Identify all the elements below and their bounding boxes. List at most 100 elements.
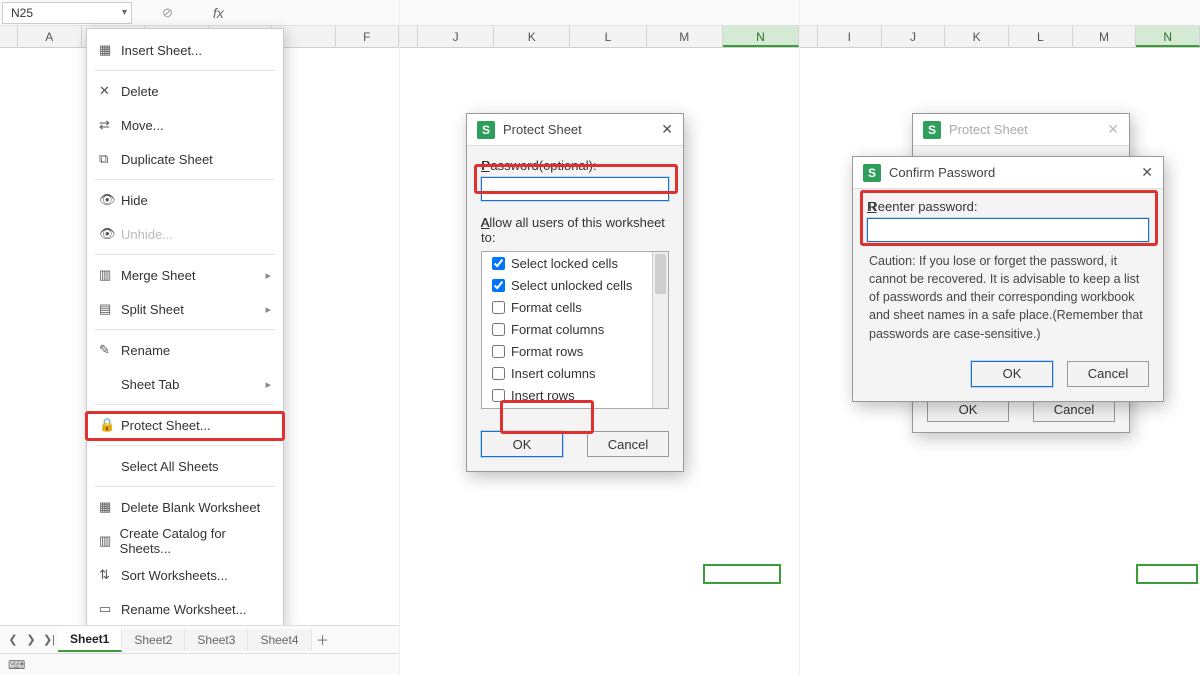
sheet-context-menu: ▦Insert Sheet... ✕Delete ⇄Move... ⧉Dupli… [86,28,284,631]
permission-label: Insert rows [511,388,575,403]
menu-hide[interactable]: 👁Hide [87,183,283,217]
menu-select-all-sheets[interactable]: Select All Sheets [87,449,283,483]
password-label: Password(optional): [482,158,597,173]
selected-cell[interactable] [1136,564,1198,584]
allow-label: Allow all users of this worksheet to: [481,215,665,245]
ok-button[interactable]: OK [971,361,1053,387]
permission-option[interactable]: Select locked cells [482,252,668,274]
col-header[interactable]: M [1073,26,1137,47]
col-header[interactable]: J [882,26,946,47]
permissions-listbox[interactable]: Select locked cells Select unlocked cells… [481,251,669,409]
reenter-label: Reenter password: [868,199,977,214]
select-all-corner[interactable] [400,26,418,47]
menu-rename-worksheet[interactable]: ▭Rename Worksheet... [87,592,283,626]
selected-cell[interactable] [703,564,781,584]
col-header[interactable]: A [18,26,82,47]
select-all-corner[interactable] [0,26,18,47]
chevron-right-icon: ▸ [265,269,271,282]
permission-label: Format columns [511,322,604,337]
cell-reference-box[interactable]: N25 ▾ [2,2,132,24]
col-header[interactable]: L [570,26,646,47]
permission-label: Select locked cells [511,256,618,271]
col-header-active[interactable]: N [1136,26,1200,47]
permission-checkbox[interactable] [492,279,505,292]
col-header[interactable]: L [1009,26,1073,47]
col-header[interactable]: K [494,26,570,47]
cancel-formula-icon[interactable]: ⊘ [162,5,173,21]
permission-checkbox[interactable] [492,257,505,270]
menu-delete-blank[interactable]: ▦Delete Blank Worksheet [87,490,283,524]
menu-unhide: 👁Unhide... [87,217,283,251]
tab-nav-last[interactable]: ❯| [40,633,58,646]
add-sheet-button[interactable]: ＋ [312,630,334,649]
menu-sort-worksheets[interactable]: ⇅Sort Worksheets... [87,558,283,592]
tab-nav-next[interactable]: ❯ [22,633,40,646]
password-input[interactable] [481,177,669,201]
close-icon: ✕ [1107,121,1119,138]
catalog-icon: ▥ [99,533,120,549]
rename-icon: ✎ [99,342,121,358]
permission-option[interactable]: Format rows [482,340,668,362]
permission-checkbox[interactable] [492,345,505,358]
delete-icon: ✕ [99,83,121,99]
menu-split-sheet[interactable]: ▤Split Sheet▸ [87,292,283,326]
permission-option[interactable]: Format columns [482,318,668,340]
caution-text: Caution: If you lose or forget the passw… [867,248,1149,351]
menu-sheet-tab[interactable]: Sheet Tab▸ [87,367,283,401]
ok-button[interactable]: OK [481,431,563,457]
unhide-icon: 👁 [99,226,121,242]
menu-protect-sheet[interactable]: 🔒Protect Sheet... [87,408,283,442]
cell-reference-value: N25 [11,6,33,20]
dialog-title: Protect Sheet [949,122,1028,137]
permission-checkbox[interactable] [492,389,505,402]
col-header[interactable]: F [336,26,400,47]
permission-option[interactable]: Format cells [482,296,668,318]
permission-label: Format rows [511,344,583,359]
cancel-button[interactable]: Cancel [587,431,669,457]
menu-move[interactable]: ⇄Move... [87,108,283,142]
menu-catalog[interactable]: ▥Create Catalog for Sheets... [87,524,283,558]
col-header[interactable]: I [818,26,882,47]
reenter-password-input[interactable] [867,218,1149,242]
select-all-corner[interactable] [800,26,818,47]
permission-option[interactable]: Insert rows [482,384,668,406]
col-header[interactable]: M [647,26,723,47]
menu-merge-sheet[interactable]: ▥Merge Sheet▸ [87,258,283,292]
chevron-right-icon: ▸ [265,303,271,316]
menu-delete[interactable]: ✕Delete [87,74,283,108]
close-icon[interactable]: ✕ [1141,164,1153,181]
lock-icon: 🔒 [99,417,121,433]
permission-label: Select unlocked cells [511,278,632,293]
tab-nav-first[interactable]: ❮ [4,633,22,646]
permission-checkbox[interactable] [492,367,505,380]
permission-option[interactable]: Insert columns [482,362,668,384]
dialog-title: Confirm Password [889,165,995,180]
scrollbar-thumb[interactable] [655,254,666,294]
sheet-tab-3[interactable]: Sheet3 [185,629,248,651]
sheet-tab-4[interactable]: Sheet4 [248,629,311,651]
col-header[interactable]: K [945,26,1009,47]
sheet-tab-bar: ❮ ❯ ❯| Sheet1 Sheet2 Sheet3 Sheet4 ＋ [0,625,399,653]
menu-insert-sheet[interactable]: ▦Insert Sheet... [87,33,283,67]
menu-duplicate[interactable]: ⧉Duplicate Sheet [87,142,283,176]
cancel-button[interactable]: Cancel [1067,361,1149,387]
sheet-tab-2[interactable]: Sheet2 [122,629,185,651]
permission-option[interactable]: Select unlocked cells [482,274,668,296]
rename-ws-icon: ▭ [99,601,121,617]
confirm-password-dialog: S Confirm Password ✕ RReenter password: … [852,156,1164,402]
duplicate-icon: ⧉ [99,151,121,167]
sort-icon: ⇅ [99,567,121,583]
permission-checkbox[interactable] [492,323,505,336]
scrollbar[interactable] [652,252,668,408]
insert-sheet-icon: ▦ [99,42,121,58]
move-icon: ⇄ [99,117,121,133]
sheet-tab-1[interactable]: Sheet1 [58,628,122,652]
col-header[interactable]: J [418,26,494,47]
menu-rename[interactable]: ✎Rename [87,333,283,367]
close-icon[interactable]: ✕ [661,121,673,138]
fx-icon[interactable]: fx [213,5,224,21]
chevron-right-icon: ▸ [265,378,271,391]
col-header-active[interactable]: N [723,26,799,47]
permission-checkbox[interactable] [492,301,505,314]
hide-icon: 👁 [99,192,121,208]
